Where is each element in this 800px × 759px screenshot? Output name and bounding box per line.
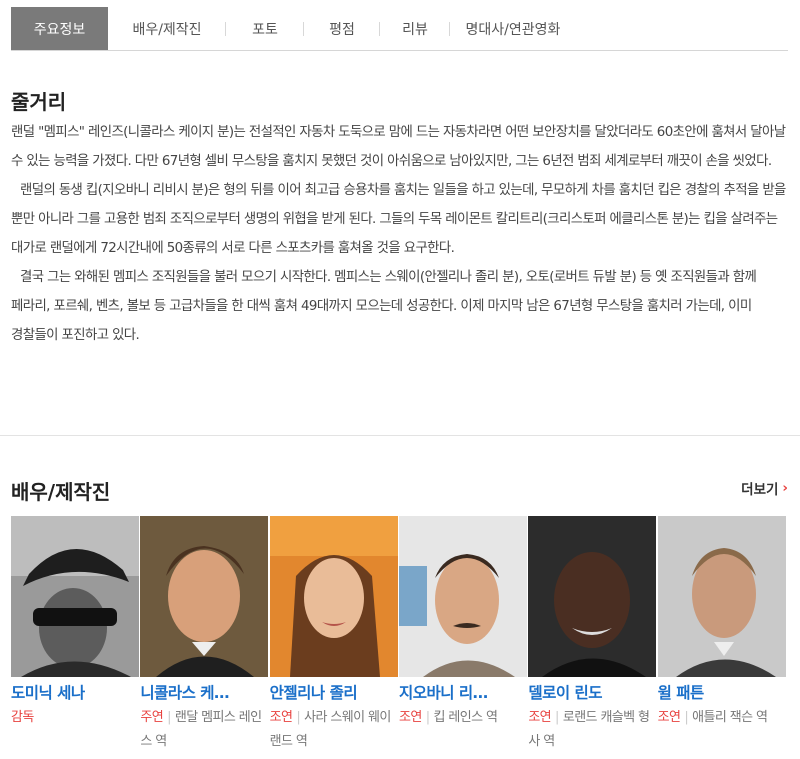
meta-separator: |	[684, 710, 689, 725]
synopsis-paragraph: 결국 그는 와해된 멤피스 조직원들을 불러 모으기 시작한다. 멤피스는 스웨…	[11, 270, 757, 343]
cast-photo[interactable]	[657, 516, 786, 677]
cast-meta: 조연 | 킵 레인스 역	[399, 706, 528, 730]
more-button[interactable]: 더보기 ›	[741, 478, 788, 498]
cast-photo[interactable]	[140, 516, 269, 677]
synopsis-paragraph: 랜덜의 동생 킵(지오바니 리비시 분)은 형의 뒤를 이어 최고급 승용차를 …	[11, 183, 786, 256]
tab-label: 포토	[252, 21, 278, 38]
meta-separator: |	[555, 710, 559, 725]
cast-character: 킵 레인스 역	[433, 710, 498, 725]
meta-separator: |	[167, 710, 171, 725]
tab-cast-crew[interactable]: 배우/제작진	[108, 7, 226, 50]
tab-label: 평점	[329, 21, 355, 38]
meta-separator: |	[425, 710, 430, 725]
cast-section-title: 배우/제작진	[11, 480, 111, 504]
cast-role: 조연	[398, 710, 422, 725]
tab-label: 배우/제작진	[132, 21, 202, 38]
cast-name[interactable]: 델로이 린도	[528, 681, 657, 703]
cast-list: 도미닉 세나 감독 니콜라스 케… 주연 | 랜달 멤피스 레인스 역 안젤리나…	[11, 516, 787, 754]
cast-photo[interactable]	[398, 516, 527, 677]
tab-quotes-related[interactable]: 명대사/연관영화	[450, 7, 576, 50]
cast-role: 주연	[140, 710, 164, 725]
cast-card[interactable]: 안젤리나 졸리 조연 | 사라 스웨이 웨이랜드 역	[269, 516, 399, 754]
cast-role: 조연	[269, 710, 293, 725]
more-label: 더보기	[741, 482, 779, 498]
cast-photo[interactable]	[528, 516, 657, 677]
cast-character: 애틀리 잭슨 역	[692, 710, 768, 725]
cast-name[interactable]: 지오바니 리…	[399, 681, 528, 703]
cast-role: 조연	[657, 710, 681, 725]
tab-bar: 주요정보 배우/제작진 포토 평점 리뷰 명대사/연관영화	[11, 7, 788, 51]
meta-separator: |	[296, 710, 301, 725]
cast-meta: 조연 | 애틀리 잭슨 역	[658, 706, 787, 730]
tab-main-info[interactable]: 주요정보	[11, 7, 108, 50]
tab-photo[interactable]: 포토	[226, 7, 304, 50]
synopsis-paragraph: 랜덜 "멤피스" 레인즈(니콜라스 케이지 분)는 전설적인 자동차 도둑으로 …	[11, 125, 786, 169]
tab-label: 리뷰	[402, 21, 428, 38]
cast-photo[interactable]	[11, 516, 139, 677]
tab-label: 주요정보	[33, 21, 86, 38]
cast-role: 감독	[11, 710, 34, 725]
cast-name[interactable]: 니콜라스 케…	[140, 681, 269, 703]
cast-photo[interactable]	[269, 516, 398, 677]
chevron-right-icon: ›	[782, 480, 788, 496]
tab-label: 명대사/연관영화	[465, 21, 561, 38]
synopsis-body: 랜덜 "멤피스" 레인즈(니콜라스 케이지 분)는 전설적인 자동차 도둑으로 …	[11, 118, 791, 350]
tab-review[interactable]: 리뷰	[380, 7, 450, 50]
synopsis-title: 줄거리	[11, 90, 67, 114]
cast-role: 조연	[528, 710, 552, 725]
cast-meta: 주연 | 랜달 멤피스 레인스 역	[140, 706, 269, 754]
cast-name[interactable]: 도미닉 세나	[11, 681, 140, 703]
cast-meta: 조연 | 사라 스웨이 웨이랜드 역	[270, 706, 399, 754]
tab-rating[interactable]: 평점	[304, 7, 380, 50]
cast-card[interactable]: 델로이 린도 조연 | 로랜드 캐슬벡 형사 역	[528, 516, 657, 754]
cast-name[interactable]: 안젤리나 졸리	[270, 681, 399, 703]
cast-card[interactable]: 윌 패튼 조연 | 애틀리 잭슨 역	[657, 516, 787, 754]
cast-meta: 감독	[11, 706, 140, 730]
cast-name[interactable]: 윌 패튼	[658, 681, 787, 703]
section-divider	[0, 435, 800, 436]
cast-card[interactable]: 도미닉 세나 감독	[11, 516, 140, 754]
cast-meta: 조연 | 로랜드 캐슬벡 형사 역	[528, 706, 657, 754]
cast-card[interactable]: 니콜라스 케… 주연 | 랜달 멤피스 레인스 역	[140, 516, 269, 754]
cast-card[interactable]: 지오바니 리… 조연 | 킵 레인스 역	[398, 516, 528, 754]
